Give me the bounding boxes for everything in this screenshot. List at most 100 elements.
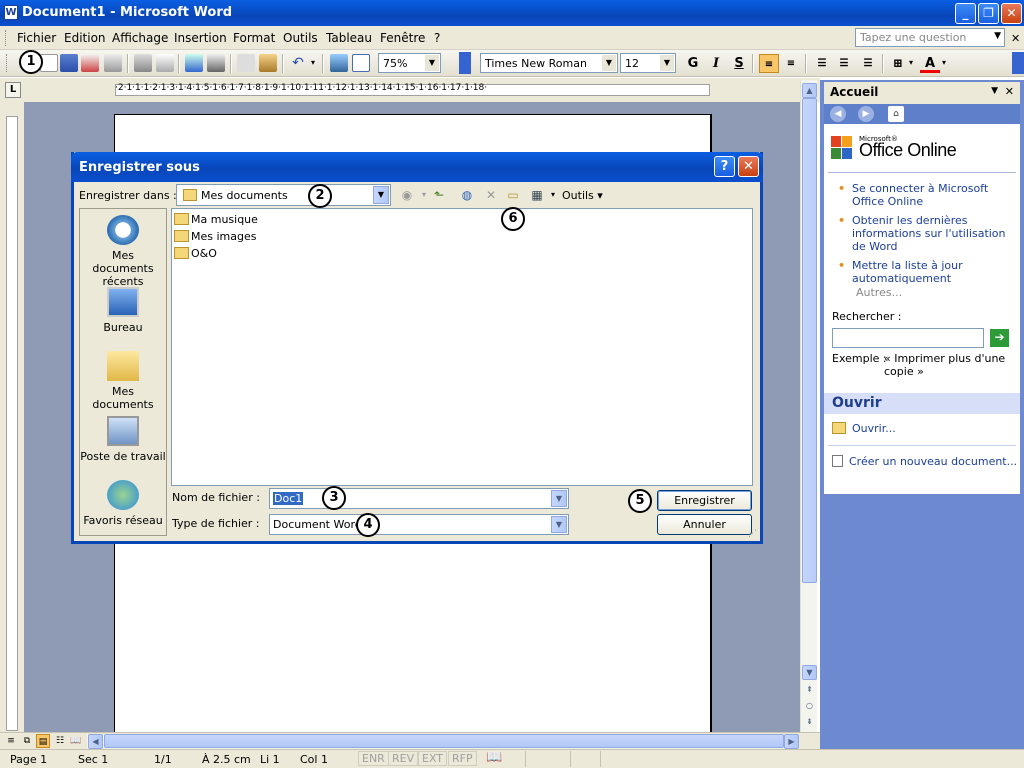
more-link[interactable]: Autres... [856, 286, 902, 299]
permission-icon[interactable] [81, 54, 99, 72]
new-folder-icon[interactable]: ▭ [504, 187, 522, 203]
task-pane-title[interactable]: Accueil [830, 85, 878, 99]
toolbar-options-icon[interactable] [459, 52, 471, 74]
filename-input[interactable]: Doc1 ▼ [269, 488, 569, 509]
normal-view-icon[interactable]: ≡ [4, 734, 18, 748]
status-overtype[interactable]: RFP [448, 751, 477, 766]
resize-grip-icon[interactable]: ⋰ [748, 529, 758, 539]
paste-icon[interactable] [259, 54, 277, 72]
chevron-down-icon[interactable]: ▼ [602, 55, 616, 71]
dialog-help-button[interactable]: ? [714, 156, 735, 177]
back-icon[interactable]: ◉ [398, 187, 416, 203]
preview-icon[interactable] [156, 54, 174, 72]
new-document-row[interactable]: Créer un nouveau document... [832, 455, 1017, 468]
insert-table-icon[interactable] [352, 54, 370, 72]
scroll-thumb[interactable] [802, 98, 817, 583]
tab-selector[interactable]: L [5, 82, 21, 98]
menu-help[interactable]: ? [434, 31, 440, 45]
chevron-down-icon[interactable]: ▼ [551, 516, 567, 533]
toolbar-grip[interactable] [6, 54, 9, 72]
menu-format[interactable]: Format [233, 31, 275, 45]
up-one-level-icon[interactable]: ⬑ [430, 187, 448, 203]
align-center-button[interactable]: ≡ [781, 54, 801, 73]
toolbar-options-icon[interactable] [1012, 52, 1024, 74]
place-my-computer[interactable]: Poste de travail [80, 416, 166, 463]
font-select[interactable]: Times New Roman ▼ [480, 53, 618, 73]
chevron-down-icon[interactable]: ▾ [544, 187, 562, 203]
file-item[interactable]: Ma musique [174, 213, 258, 226]
status-extend[interactable]: EXT [418, 751, 448, 766]
align-left-button[interactable]: ≡ [759, 54, 779, 73]
open-link[interactable]: Ouvrir... [852, 422, 896, 435]
forward-icon[interactable]: ▶ [858, 106, 874, 122]
minimize-button[interactable]: _ [955, 3, 976, 24]
menu-grip[interactable] [5, 30, 8, 46]
place-recent-documents[interactable]: Mes documents récents [80, 215, 166, 288]
next-page-icon[interactable]: ⇟ [802, 715, 817, 730]
menu-tableau[interactable]: Tableau [326, 31, 372, 45]
print-icon[interactable] [134, 54, 152, 72]
numbering-button[interactable]: ☰ [812, 54, 832, 73]
zoom-select[interactable]: 75% ▼ [378, 53, 441, 73]
undo-icon[interactable]: ↶ [289, 54, 307, 72]
file-item[interactable]: Mes images [174, 230, 256, 243]
place-desktop[interactable]: Bureau [80, 287, 166, 334]
file-item[interactable]: O&O [174, 247, 217, 260]
chevron-down-icon[interactable]: ▼ [551, 490, 567, 507]
save-icon[interactable] [60, 54, 78, 72]
hyperlink-icon[interactable] [330, 54, 348, 72]
place-network[interactable]: Favoris réseau [80, 480, 166, 527]
restore-button[interactable]: ❐ [978, 3, 999, 24]
dialog-close-button[interactable]: ✕ [738, 156, 759, 177]
search-web-icon[interactable]: ◍ [458, 187, 476, 203]
menu-edition[interactable]: Edition [64, 31, 106, 45]
scroll-left-icon[interactable]: ◀ [88, 734, 103, 749]
research-icon[interactable] [207, 54, 225, 72]
chevron-down-icon[interactable]: ▾ [942, 54, 950, 72]
undo-dropdown-icon[interactable]: ▾ [308, 54, 318, 72]
status-record[interactable]: ENR [358, 751, 389, 766]
menu-fichier[interactable]: Fichier [17, 31, 56, 45]
chevron-down-icon[interactable]: ▼ [425, 55, 439, 71]
italic-button[interactable]: I [706, 54, 726, 73]
delete-icon[interactable]: ✕ [482, 187, 500, 203]
chevron-down-icon[interactable]: ▾ [909, 54, 917, 72]
spelling-status-icon[interactable]: 📖 [486, 750, 502, 765]
reading-view-icon[interactable]: 📖 [69, 734, 83, 748]
scroll-down-icon[interactable]: ▼ [802, 665, 817, 680]
scroll-right-icon[interactable]: ▶ [784, 734, 799, 749]
link-update-list[interactable]: Mettre la liste à jour automatiquement [838, 259, 1016, 285]
new-document-link[interactable]: Créer un nouveau document... [849, 455, 1017, 468]
save-in-select[interactable]: Mes documents ▼ [176, 184, 391, 206]
menu-fenetre[interactable]: Fenêtre [380, 31, 425, 45]
close-icon[interactable]: ✕ [1005, 85, 1014, 98]
open-link-row[interactable]: Ouvrir... [832, 422, 896, 435]
borders-button[interactable]: ⊞ [888, 54, 908, 73]
scroll-up-icon[interactable]: ▲ [802, 83, 817, 98]
previous-page-icon[interactable]: ⇞ [802, 683, 817, 698]
word-app-icon[interactable]: W [4, 5, 18, 20]
home-icon[interactable]: ⌂ [888, 106, 904, 122]
link-connect-office-online[interactable]: Se connecter à Microsoft Office Online [838, 182, 1016, 208]
save-button[interactable]: Enregistrer [657, 490, 752, 511]
chevron-down-icon[interactable]: ▼ [991, 86, 998, 96]
bold-button[interactable]: G [683, 54, 703, 73]
file-list[interactable]: Ma musique Mes images O&O [171, 208, 753, 486]
web-view-icon[interactable]: ⧉ [20, 734, 34, 748]
search-input[interactable] [832, 328, 984, 348]
dialog-title-bar[interactable]: Enregistrer sous [71, 152, 763, 182]
underline-button[interactable]: S [729, 54, 749, 73]
increase-indent-button[interactable]: ☰ [858, 54, 878, 73]
font-size-select[interactable]: 12 ▼ [620, 53, 676, 73]
back-icon[interactable]: ◀ [830, 106, 846, 122]
vertical-ruler-strip[interactable] [6, 116, 18, 731]
print-preview-icon[interactable] [104, 54, 122, 72]
tools-menu[interactable]: Outils ▾ [562, 189, 603, 202]
ask-question-input[interactable]: Tapez une question ▼ [855, 28, 1005, 47]
close-window-button[interactable]: ✕ [1001, 3, 1022, 24]
font-color-button[interactable]: A [920, 54, 940, 73]
link-latest-info[interactable]: Obtenir les dernières informations sur l… [838, 214, 1016, 253]
place-my-documents[interactable]: Mes documents [80, 351, 166, 411]
browse-object-icon[interactable]: ○ [802, 699, 817, 714]
menu-insertion[interactable]: Insertion [174, 31, 227, 45]
